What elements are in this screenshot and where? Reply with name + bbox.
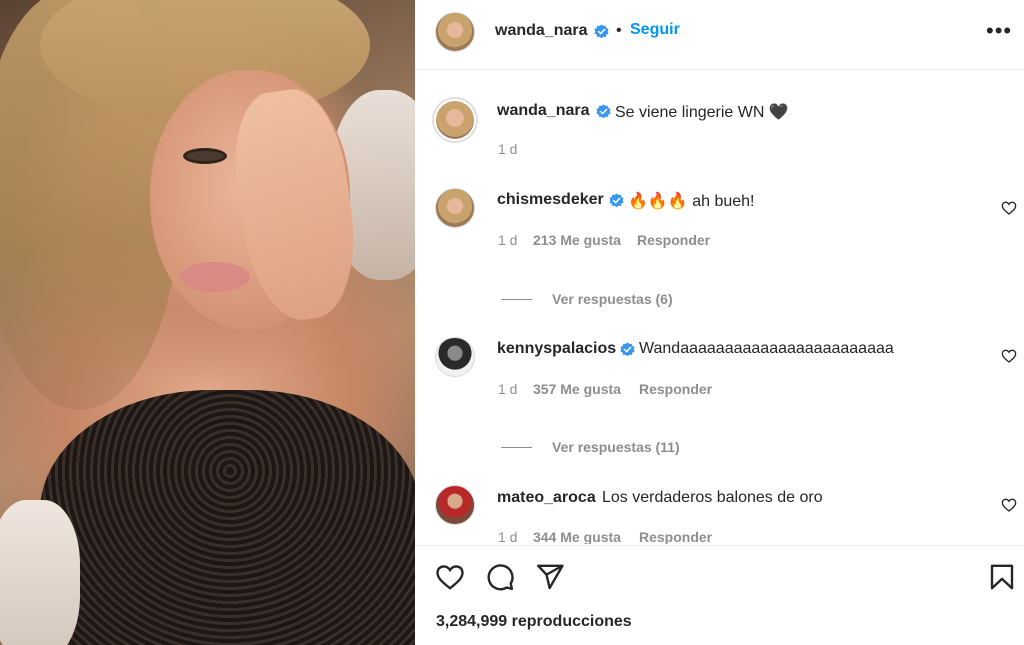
caption-age: 1 d [498, 141, 518, 157]
reply-button[interactable]: Responder [637, 232, 710, 248]
heart-icon[interactable] [1001, 200, 1017, 216]
reply-button[interactable]: Responder [639, 381, 712, 397]
comment-avatar[interactable] [435, 337, 475, 377]
heart-icon[interactable] [1001, 348, 1017, 364]
comment-age: 1 d [498, 381, 518, 397]
views-count: 3,284,999 reproducciones [436, 613, 632, 631]
replies-divider [501, 299, 532, 300]
post-side-panel: wanda_nara • Seguir ••• wanda_nara Se vi… [415, 0, 1024, 645]
photo-lingerie [40, 390, 415, 645]
more-options-button[interactable]: ••• [986, 18, 1012, 44]
verified-badge-icon [594, 24, 609, 39]
view-replies-button[interactable]: Ver respuestas (11) [552, 439, 680, 455]
view-replies-button[interactable]: Ver respuestas (6) [552, 291, 673, 307]
author-username[interactable]: wanda_nara [495, 22, 587, 40]
author-avatar[interactable] [435, 12, 475, 52]
photo-eye-left [183, 148, 227, 164]
replies-divider [501, 447, 532, 448]
views-label: reproducciones [511, 613, 632, 630]
caption-avatar[interactable] [432, 97, 478, 143]
comment-likes[interactable]: 357 Me gusta [533, 381, 621, 397]
heart-icon[interactable] [435, 562, 465, 592]
comment-username[interactable]: mateo_aroca [497, 489, 596, 507]
comment-avatar[interactable] [435, 485, 475, 525]
comment-bubble-icon[interactable] [485, 562, 515, 592]
caption-text: Se viene lingerie WN 🖤 [615, 104, 789, 121]
follow-button[interactable]: Seguir [630, 21, 680, 39]
separator-dot: • [616, 22, 622, 39]
photo-lips [180, 262, 250, 292]
comment-username[interactable]: kennyspalacios [497, 340, 616, 358]
comment-text: 🔥🔥🔥 ah bueh! [628, 193, 755, 210]
post-image[interactable] [0, 0, 415, 645]
comment-age: 1 d [498, 232, 518, 248]
verified-badge-icon [609, 193, 624, 208]
views-number: 3,284,999 [436, 613, 508, 630]
reply-button[interactable]: Responder [639, 529, 712, 544]
comment-age: 1 d [498, 529, 518, 544]
bookmark-icon[interactable] [987, 562, 1017, 592]
post-actions-bar: 3,284,999 reproducciones [415, 545, 1024, 645]
comment-avatar[interactable] [435, 188, 475, 228]
comment-likes[interactable]: 344 Me gusta [533, 529, 621, 544]
comment-username[interactable]: chismesdeker [497, 191, 604, 209]
caption-username[interactable]: wanda_nara [497, 102, 589, 120]
verified-badge-icon [596, 104, 611, 119]
comment-text: Wandaaaaaaaaaaaaaaaaaaaaaaaa [639, 340, 894, 357]
heart-icon[interactable] [1001, 497, 1017, 513]
photo-sheet [0, 500, 80, 645]
comment-text: Los verdaderos balones de oro [602, 489, 823, 506]
comment-likes[interactable]: 213 Me gusta [533, 232, 621, 248]
post-header: wanda_nara • Seguir ••• [415, 0, 1024, 70]
paper-plane-icon[interactable] [535, 562, 565, 592]
comments-list[interactable]: wanda_nara Se viene lingerie WN 🖤 1 d ch… [415, 71, 1024, 544]
verified-badge-icon [620, 342, 635, 357]
